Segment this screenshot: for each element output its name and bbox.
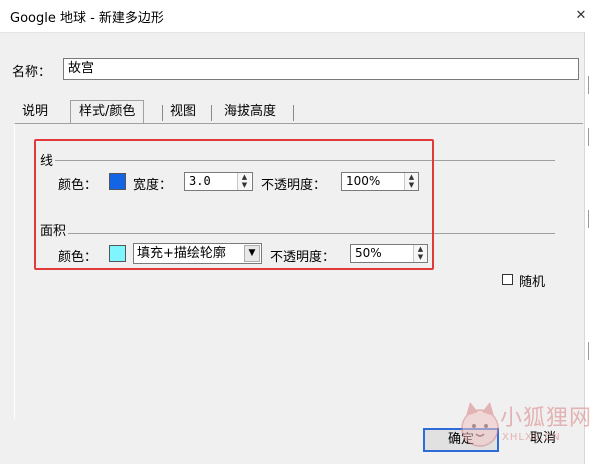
fox-logo-icon	[461, 402, 499, 447]
watermark-brand: 小狐狸网	[500, 406, 593, 431]
close-icon[interactable]: ✕	[574, 8, 588, 24]
window-title: Google 地球 - 新建多边形	[10, 11, 164, 26]
watermark: 小狐狸网 XHLXS.CN	[458, 398, 591, 462]
edge-mark	[588, 210, 595, 228]
tab-description[interactable]: 说明	[14, 101, 56, 123]
tab-separator	[293, 105, 294, 121]
highlight-box	[34, 139, 434, 270]
title-bar: Google 地球 - 新建多边形 ✕	[0, 0, 596, 33]
tab-altitude[interactable]: 海拔高度	[216, 101, 284, 123]
edge-mark	[588, 76, 595, 94]
tab-view[interactable]: 视图	[162, 101, 204, 123]
name-label: 名称：	[12, 65, 52, 80]
tab-separator	[211, 105, 212, 121]
random-checkbox[interactable]	[502, 274, 513, 285]
new-polygon-dialog: Google 地球 - 新建多边形 ✕ 名称： 故宫 说明 样式/颜色 视图 海…	[0, 0, 596, 464]
edge-mark	[588, 128, 595, 146]
random-label: 随机	[519, 275, 546, 290]
tab-style-color[interactable]: 样式/颜色	[70, 100, 145, 123]
watermark-url: XHLXS.CN	[502, 432, 561, 443]
edge-mark	[588, 342, 595, 360]
name-input[interactable]: 故宫	[63, 58, 579, 80]
